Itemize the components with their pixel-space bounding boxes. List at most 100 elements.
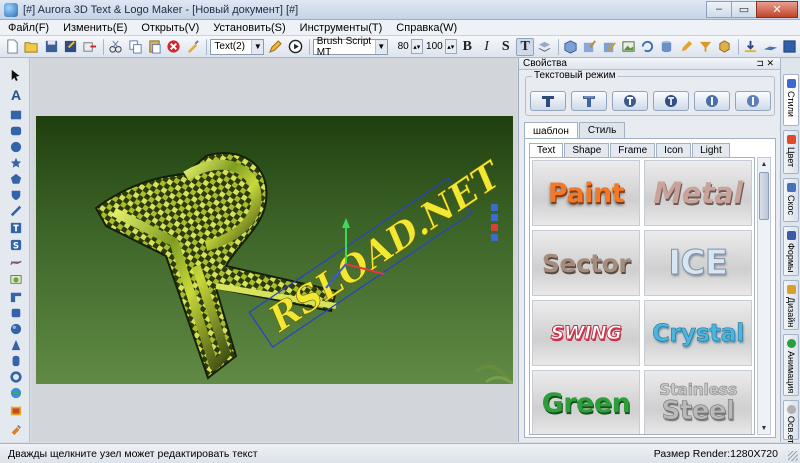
menu-help[interactable]: Справка(W) xyxy=(396,22,457,34)
s-shape-tool-icon[interactable]: S xyxy=(9,238,23,252)
copy-icon[interactable] xyxy=(126,38,143,56)
picture-tool-icon[interactable] xyxy=(9,404,23,418)
text-tool-icon[interactable]: A xyxy=(9,87,23,103)
side-tab-lighting[interactable]: Осв.ет xyxy=(783,400,799,444)
text-mode-sphere-button[interactable] xyxy=(653,91,689,111)
save-icon[interactable] xyxy=(43,38,60,56)
subtab-icon[interactable]: Icon xyxy=(656,143,692,157)
side-tab-bevel[interactable]: Скос xyxy=(783,178,799,222)
rectangle-tool-icon[interactable] xyxy=(9,108,23,122)
edit-pencil-icon[interactable] xyxy=(267,38,284,56)
circle-tool-icon[interactable] xyxy=(9,140,23,154)
menu-edit[interactable]: Изменить(E) xyxy=(63,22,127,34)
template-sector[interactable]: Sector xyxy=(532,230,640,296)
text-object-select[interactable]: Text(2) ▼ xyxy=(210,38,265,55)
export-icon[interactable] xyxy=(81,38,98,56)
tab-style[interactable]: Стиль xyxy=(578,122,626,138)
shield-tool-icon[interactable] xyxy=(9,188,23,202)
bevel-tool-icon[interactable] xyxy=(9,290,23,304)
strike-button[interactable]: S xyxy=(497,38,514,56)
cylinder-icon[interactable] xyxy=(658,38,675,56)
text-mode-round-button[interactable] xyxy=(735,91,771,111)
shape-edit-icon[interactable] xyxy=(581,38,598,56)
chevron-down-icon[interactable]: ▼ xyxy=(251,39,264,54)
menu-tools[interactable]: Инструменты(T) xyxy=(300,22,383,34)
minimize-button[interactable]: – xyxy=(706,0,732,18)
chevron-down-icon[interactable]: ▼ xyxy=(374,39,387,54)
star-tool-icon[interactable] xyxy=(9,156,23,170)
template-metal[interactable]: Metal xyxy=(644,160,752,226)
spin-arrows-icon[interactable]: ▴▾ xyxy=(410,39,423,54)
subtab-frame[interactable]: Frame xyxy=(610,143,656,157)
scrollbar-thumb[interactable] xyxy=(759,172,769,220)
subtab-light[interactable]: Light xyxy=(692,143,730,157)
scroll-down-icon[interactable]: ▼ xyxy=(758,422,770,434)
select-arrow-icon[interactable] xyxy=(9,68,23,82)
side-tab-design[interactable]: Дизайн xyxy=(783,280,799,330)
template-green[interactable]: Green xyxy=(532,370,640,434)
tab-template[interactable]: шаблон xyxy=(524,122,578,139)
italic-button[interactable]: I xyxy=(478,38,495,56)
font-select[interactable]: Brush Script MT ▼ xyxy=(312,36,388,58)
logo-letter-r[interactable] xyxy=(94,152,338,380)
gallery-scrollbar[interactable]: ▲ ▼ xyxy=(757,157,771,435)
side-tab-animation[interactable]: Анимация xyxy=(783,334,799,396)
globe-tool-icon[interactable] xyxy=(9,386,23,400)
paint-tool-icon[interactable] xyxy=(9,422,23,436)
shape-image-icon[interactable] xyxy=(620,38,637,56)
cut-icon[interactable] xyxy=(107,38,124,56)
background-icon[interactable] xyxy=(781,38,798,56)
text-mode-bevel-button[interactable] xyxy=(571,91,607,111)
template-crystal[interactable]: Crystal xyxy=(644,300,752,366)
delete-icon[interactable] xyxy=(165,38,182,56)
plane-icon[interactable] xyxy=(761,38,778,56)
template-ice[interactable]: ICE xyxy=(644,230,752,296)
side-tab-styles[interactable]: Стили xyxy=(783,74,799,126)
menu-file[interactable]: Файл(F) xyxy=(8,22,49,34)
torus-tool-icon[interactable] xyxy=(9,370,23,384)
shape-check-icon[interactable] xyxy=(600,38,617,56)
bold-button[interactable]: B xyxy=(459,38,476,56)
render-viewport[interactable]: RSLOAD.NET xyxy=(36,116,513,384)
cylinder-tool-icon[interactable] xyxy=(9,306,23,320)
menu-view[interactable]: Открыть(V) xyxy=(141,22,199,34)
text-mode-ring-button[interactable] xyxy=(612,91,648,111)
scroll-up-icon[interactable]: ▲ xyxy=(758,158,770,170)
selected-text-object[interactable]: RSLOAD.NET xyxy=(248,152,511,348)
paste-icon[interactable] xyxy=(146,38,163,56)
pencil-icon[interactable] xyxy=(677,38,694,56)
selection-handles[interactable] xyxy=(491,204,498,241)
text-mode-flat-button[interactable] xyxy=(530,91,566,111)
tube-tool-icon[interactable] xyxy=(9,354,23,368)
pin-icon[interactable]: ⊐ ✕ xyxy=(756,58,774,69)
template-swing[interactable]: SWING xyxy=(532,300,640,366)
font-weight-stepper[interactable]: 100 ▴▾ xyxy=(425,39,457,55)
side-tab-shapes[interactable]: Формы xyxy=(783,226,799,276)
align-down-icon[interactable] xyxy=(742,38,759,56)
subtab-shape[interactable]: Shape xyxy=(564,143,610,157)
pentagon-tool-icon[interactable] xyxy=(9,172,23,186)
text-style-button[interactable]: T xyxy=(516,37,534,56)
maximize-button[interactable]: ▭ xyxy=(731,0,757,18)
menu-settings[interactable]: Установить(S) xyxy=(213,22,285,34)
template-paint[interactable]: Paint xyxy=(532,160,640,226)
save-as-icon[interactable] xyxy=(62,38,79,56)
line-tool-icon[interactable] xyxy=(9,204,23,218)
resize-grip-icon[interactable] xyxy=(788,451,798,461)
rotate-icon[interactable] xyxy=(639,38,656,56)
text-mode-cylinder-button[interactable] xyxy=(694,91,730,111)
text-box-tool-icon[interactable] xyxy=(9,221,23,235)
clear-brush-icon[interactable] xyxy=(184,38,201,56)
play-icon[interactable] xyxy=(287,38,304,56)
path-tool-icon[interactable] xyxy=(9,255,23,269)
open-folder-icon[interactable] xyxy=(23,38,40,56)
new-document-icon[interactable] xyxy=(4,38,21,56)
template-stainless-steel[interactable]: Stainless Steel xyxy=(644,370,752,434)
layers-icon[interactable] xyxy=(536,38,553,56)
funnel-icon[interactable] xyxy=(697,38,714,56)
rounded-rect-tool-icon[interactable] xyxy=(9,124,23,138)
side-tab-color[interactable]: Цвет xyxy=(783,130,799,174)
cone-tool-icon[interactable] xyxy=(9,338,23,352)
font-size-stepper[interactable]: 80 ▴▾ xyxy=(391,39,423,55)
close-button[interactable]: ✕ xyxy=(756,0,798,18)
